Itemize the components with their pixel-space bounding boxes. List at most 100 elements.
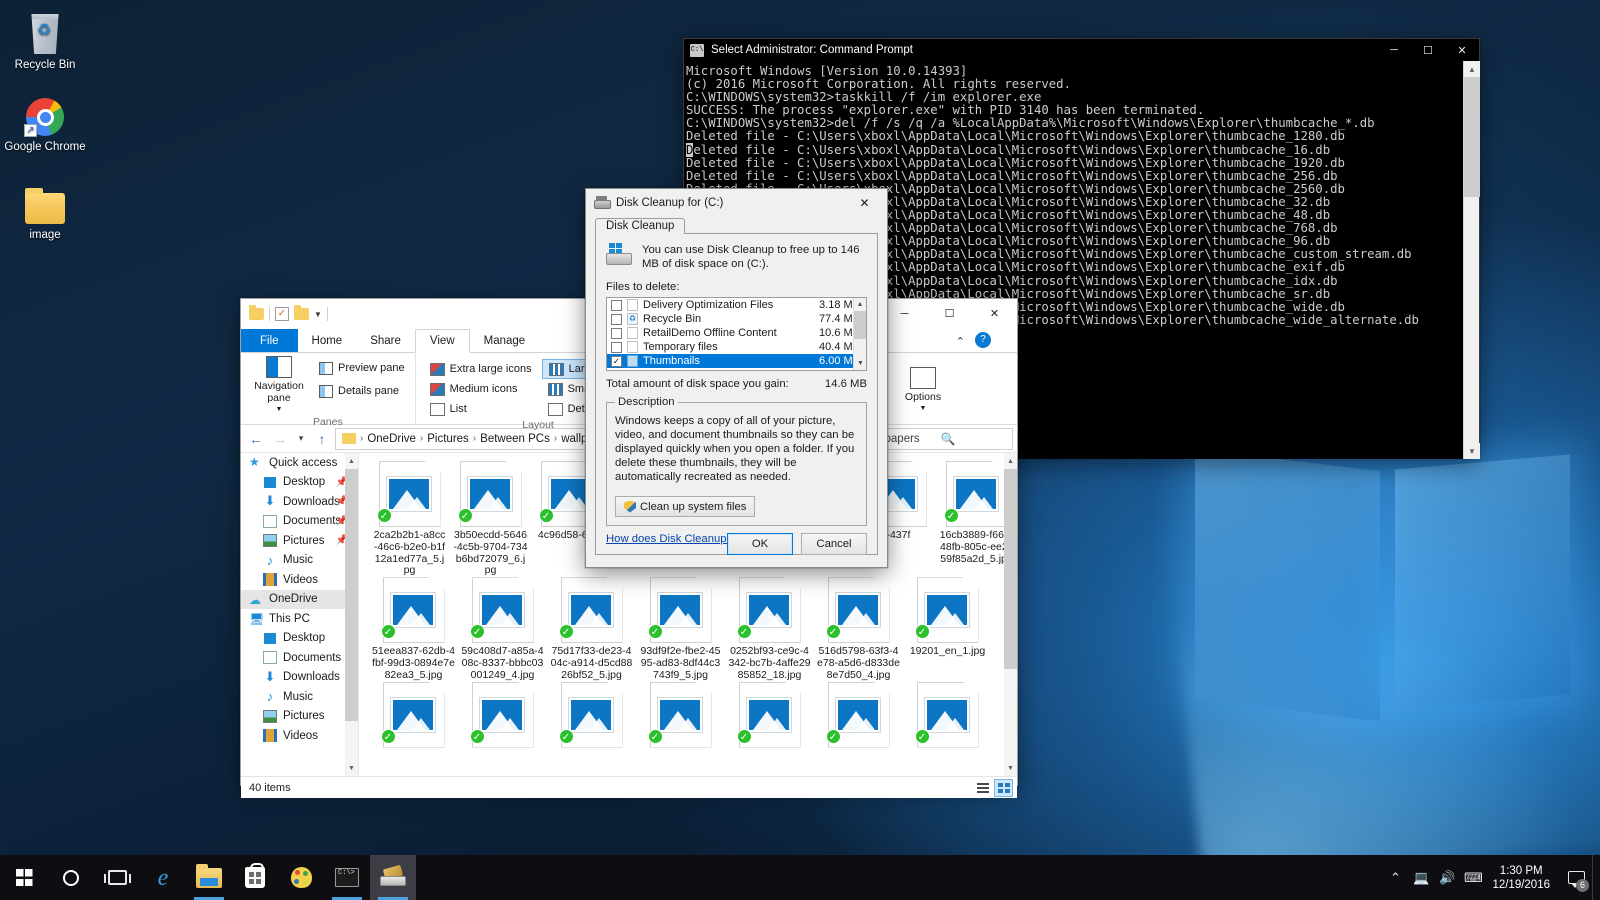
navigation-pane-button[interactable]: Navigation pane ▼ bbox=[247, 356, 311, 416]
recent-locations-icon[interactable]: ▾ bbox=[293, 428, 309, 450]
nav-item-desktop[interactable]: Desktop📌 bbox=[241, 473, 358, 493]
breadcrumb-item-between-pcs[interactable]: Between PCs bbox=[480, 433, 550, 445]
tab-manage[interactable]: Manage bbox=[470, 329, 540, 353]
up-button[interactable]: ↑ bbox=[311, 428, 333, 450]
files-to-delete-list[interactable]: Delivery Optimization Files3.18 MB♻Recyc… bbox=[606, 297, 867, 371]
file-item[interactable]: ✓19201_en_1.jpg bbox=[903, 577, 992, 681]
scroll-down-icon[interactable]: ▼ bbox=[1004, 760, 1017, 776]
explorer-window-buttons[interactable]: ─ ☐ ✕ bbox=[882, 299, 1017, 328]
chevron-down-icon[interactable]: ▼ bbox=[276, 404, 283, 416]
cleanup-list-row[interactable]: ♻Recycle Bin77.4 MB bbox=[607, 312, 866, 326]
scroll-down-icon[interactable]: ▼ bbox=[345, 760, 358, 776]
cortana-search-button[interactable] bbox=[48, 855, 94, 900]
scrollbar-thumb[interactable] bbox=[1004, 469, 1017, 669]
console-scrollbar[interactable]: ▲ ▼ bbox=[1463, 61, 1479, 459]
scroll-down-icon[interactable]: ▼ bbox=[854, 357, 867, 370]
tab-file[interactable]: File bbox=[241, 329, 298, 353]
layout-medium-icons[interactable]: Medium icons bbox=[424, 379, 538, 399]
file-item[interactable]: ✓93df9f2e-fbe2-4595-ad83-8df44c3743f9_5.… bbox=[636, 577, 725, 681]
layout-extra-large-icons[interactable]: Extra large icons bbox=[424, 359, 538, 379]
scrollbar-thumb[interactable] bbox=[345, 469, 358, 721]
nav-item-pictures[interactable]: Pictures📌 bbox=[241, 531, 358, 551]
nav-item-videos[interactable]: Videos bbox=[241, 570, 358, 590]
list-scrollbar[interactable]: ▲ ▼ bbox=[853, 298, 866, 370]
navigation-pane[interactable]: ★Quick accessDesktop📌⬇Downloads📌Document… bbox=[241, 453, 359, 776]
scroll-up-icon[interactable]: ▲ bbox=[1004, 453, 1017, 469]
scroll-up-icon[interactable]: ▲ bbox=[345, 453, 358, 469]
clean-up-system-files-button[interactable]: Clean up system files bbox=[615, 496, 755, 517]
checkbox[interactable]: ✓ bbox=[611, 356, 622, 367]
file-item[interactable]: ✓ bbox=[369, 682, 458, 751]
scroll-up-icon[interactable]: ▲ bbox=[854, 298, 866, 311]
file-item[interactable]: ✓516d5798-63f3-4e78-a5d6-d833de8e7d50_4.… bbox=[814, 577, 903, 681]
details-pane-button[interactable]: Details pane bbox=[315, 381, 409, 401]
new-folder-icon[interactable] bbox=[294, 308, 309, 320]
cleanup-list-row[interactable]: RetailDemo Offline Content10.6 MB bbox=[607, 326, 866, 340]
taskbar-file-explorer[interactable] bbox=[186, 855, 232, 900]
cleanup-list-row[interactable]: Temporary files40.4 MB bbox=[607, 340, 866, 354]
file-item[interactable]: ✓ bbox=[814, 682, 903, 751]
nav-item-downloads[interactable]: ⬇Downloads📌 bbox=[241, 492, 358, 512]
file-item[interactable]: ✓3b50ecdd-5646-4c5b-9704-734b6bd72079_6.… bbox=[450, 461, 531, 577]
nav-item-videos[interactable]: Videos bbox=[241, 726, 358, 746]
forward-button[interactable]: → bbox=[269, 428, 291, 450]
breadcrumb-item-onedrive[interactable]: OneDrive bbox=[367, 433, 416, 445]
scrollbar-thumb[interactable] bbox=[1464, 77, 1480, 197]
close-button[interactable]: ✕ bbox=[1445, 39, 1479, 61]
close-button[interactable]: ✕ bbox=[972, 299, 1017, 328]
disk-cleanup-tabstrip[interactable]: Disk Cleanup bbox=[586, 217, 887, 234]
nav-item-downloads[interactable]: ⬇Downloads bbox=[241, 668, 358, 688]
chevron-down-icon[interactable]: ▼ bbox=[314, 310, 322, 319]
nav-item-desktop[interactable]: Desktop bbox=[241, 629, 358, 649]
task-view-button[interactable] bbox=[94, 855, 140, 900]
preview-pane-button[interactable]: Preview pane bbox=[315, 358, 409, 378]
details-view-button[interactable] bbox=[973, 779, 992, 797]
action-center-button[interactable]: 6 bbox=[1560, 855, 1592, 900]
quick-access-toolbar[interactable]: ✓ ▼ bbox=[241, 299, 328, 329]
chevron-down-icon[interactable]: ▼ bbox=[920, 403, 927, 415]
dialog-buttons[interactable]: OK Cancel bbox=[727, 533, 867, 555]
file-item[interactable]: ✓75d17f33-de23-404c-a914-d5cd8826bf52_5.… bbox=[547, 577, 636, 681]
breadcrumb-item-pictures[interactable]: Pictures bbox=[427, 433, 469, 445]
nav-item-this-pc[interactable]: 🖥This PC bbox=[241, 609, 358, 629]
show-desktop-button[interactable] bbox=[1592, 855, 1600, 900]
options-button[interactable]: Options ▼ bbox=[891, 367, 955, 415]
cleanup-list-row[interactable]: Delivery Optimization Files3.18 MB bbox=[607, 298, 866, 312]
large-icons-view-button[interactable] bbox=[994, 779, 1013, 797]
taskbar-microsoft-store[interactable] bbox=[232, 855, 278, 900]
command-prompt-titlebar[interactable]: C:\ Select Administrator: Command Prompt… bbox=[684, 39, 1479, 61]
nav-item-pictures[interactable]: Pictures bbox=[241, 707, 358, 727]
scrollbar-thumb[interactable] bbox=[854, 311, 867, 339]
checkbox[interactable] bbox=[611, 328, 622, 339]
start-button[interactable] bbox=[0, 855, 48, 900]
taskbar-command-prompt[interactable]: C:\> bbox=[324, 855, 370, 900]
nav-item-quick-access[interactable]: ★Quick access bbox=[241, 453, 358, 473]
disk-cleanup-dialog[interactable]: Disk Cleanup for (C:) ✕ Disk Cleanup You… bbox=[585, 188, 888, 568]
show-hidden-icons-icon[interactable]: ⌃ bbox=[1382, 855, 1408, 900]
checkbox[interactable] bbox=[611, 342, 622, 353]
ok-button[interactable]: OK bbox=[727, 533, 793, 555]
file-item[interactable]: ✓ bbox=[903, 682, 992, 751]
search-input[interactable]: allpapers 🔍 bbox=[867, 428, 1013, 450]
nav-item-music[interactable]: ♪Music bbox=[241, 687, 358, 707]
file-item[interactable]: ✓ bbox=[636, 682, 725, 751]
back-button[interactable]: ← bbox=[245, 428, 267, 450]
maximize-button[interactable]: ☐ bbox=[927, 299, 972, 328]
cancel-button[interactable]: Cancel bbox=[801, 533, 867, 555]
nav-item-documents[interactable]: Documents📌 bbox=[241, 512, 358, 532]
taskbar[interactable]: e C:\> ⌃ 💻 🔊 ⌨ 1:30 PM 12/19/2016 6 bbox=[0, 855, 1600, 900]
properties-icon[interactable]: ✓ bbox=[275, 307, 289, 321]
nav-item-documents[interactable]: Documents bbox=[241, 648, 358, 668]
file-grid-scrollbar[interactable]: ▲ ▼ bbox=[1004, 453, 1017, 776]
search-icon[interactable]: 🔍 bbox=[941, 432, 1009, 446]
file-item[interactable]: ✓ bbox=[547, 682, 636, 751]
maximize-button[interactable]: ☐ bbox=[1411, 39, 1445, 61]
file-item[interactable]: ✓2ca2b2b1-a8cc-46c6-b2e0-b1f12a1ed77a_5.… bbox=[369, 461, 450, 577]
nav-pane-scrollbar[interactable]: ▲▼ bbox=[345, 453, 358, 776]
file-item[interactable]: ✓59c408d7-a85a-408c-8337-bbbc03001249_4.… bbox=[458, 577, 547, 681]
keyboard-icon[interactable]: ⌨ bbox=[1460, 855, 1486, 900]
minimize-button[interactable]: ─ bbox=[1377, 39, 1411, 61]
nav-item-music[interactable]: ♪Music bbox=[241, 551, 358, 571]
file-item[interactable]: ✓ bbox=[725, 682, 814, 751]
file-item[interactable]: ✓0252bf93-ce9c-4342-bc7b-4affe2985852_18… bbox=[725, 577, 814, 681]
